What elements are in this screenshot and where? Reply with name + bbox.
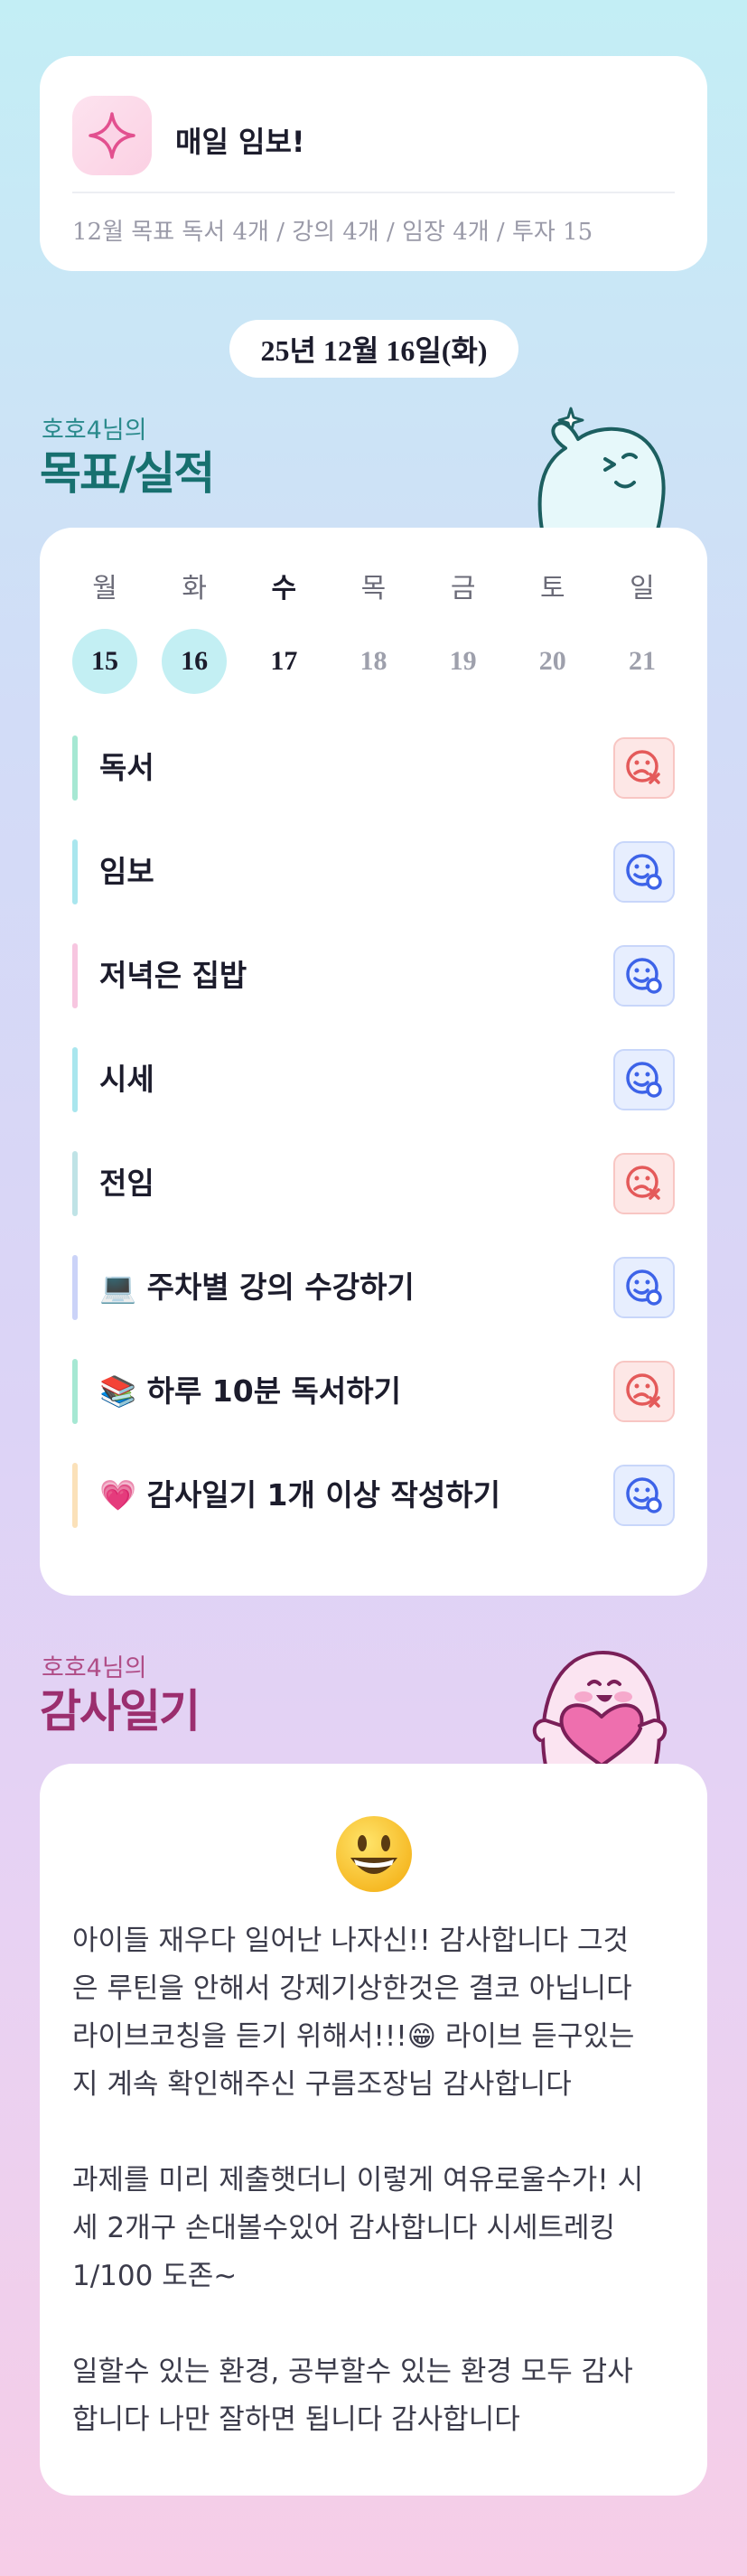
- task-label: 시세: [99, 1062, 154, 1097]
- task-row[interactable]: 시세: [72, 1044, 675, 1116]
- goals-section-title: 목표/실적: [40, 447, 215, 500]
- weekday-tue: 화: [182, 573, 207, 604]
- task-row[interactable]: 임보: [72, 836, 675, 908]
- gratitude-section-title: 감사일기: [40, 1685, 201, 1738]
- date-pill[interactable]: 25년 12월 16일(화): [229, 320, 518, 378]
- divider: [72, 192, 675, 193]
- day-21[interactable]: 21: [610, 629, 675, 694]
- day-20[interactable]: 20: [520, 629, 585, 694]
- task-row[interactable]: 저녁은 집밥: [72, 940, 675, 1012]
- task-missed-icon[interactable]: [613, 737, 675, 799]
- goal-card[interactable]: 매일 임보! 12월 목표 독서 4개 / 강의 4개 / 임장 4개 / 투자…: [40, 56, 707, 271]
- task-color-bar: [72, 1463, 78, 1528]
- task-label: 전임: [99, 1166, 154, 1201]
- task-done-icon[interactable]: [613, 1465, 675, 1526]
- task-color-bar: [72, 943, 78, 1008]
- weekday-thu: 목: [360, 573, 387, 604]
- task-done-icon[interactable]: [613, 1049, 675, 1110]
- day-row: 15 16 17 18 19 20 21: [72, 629, 675, 694]
- goal-summary: 12월 목표 독서 4개 / 강의 4개 / 임장 4개 / 투자 15: [72, 219, 593, 246]
- task-color-bar: [72, 1047, 78, 1112]
- grinning-face-icon: [336, 1816, 412, 1892]
- day-15[interactable]: 15: [72, 629, 137, 694]
- task-color-bar: [72, 735, 78, 801]
- weekday-fri: 금: [450, 573, 476, 604]
- task-done-icon[interactable]: [613, 841, 675, 903]
- task-label: 임보: [99, 854, 154, 889]
- gratitude-card: 아이들 재우다 일어난 나자신!! 감사합니다 그것 은 루틴을 안해서 강제기…: [40, 1764, 707, 2496]
- weekday-mon: 월: [92, 573, 117, 604]
- task-missed-icon[interactable]: [613, 1361, 675, 1422]
- weekday-sun: 일: [630, 573, 655, 604]
- weekday-row: 월 화 수 목 금 토 일: [72, 571, 675, 607]
- mascot-teal-icon: [537, 407, 666, 531]
- gratitude-text: 아이들 재우다 일어난 나자신!! 감사합니다 그것 은 루틴을 안해서 강제기…: [72, 1925, 644, 2436]
- task-label: 💻 주차별 강의 수강하기: [99, 1269, 415, 1305]
- mascot-pink-icon: [532, 1651, 668, 1767]
- task-row[interactable]: 💻 주차별 강의 수강하기: [72, 1251, 675, 1324]
- goal-title: 매일 임보!: [175, 125, 305, 159]
- task-done-icon[interactable]: [613, 1257, 675, 1318]
- task-color-bar: [72, 1151, 78, 1216]
- task-row[interactable]: 전임: [72, 1147, 675, 1220]
- day-16[interactable]: 16: [162, 629, 228, 694]
- weekday-wed: 수: [271, 573, 297, 604]
- task-label: 💗 감사일기 1개 이상 작성하기: [99, 1477, 500, 1513]
- task-color-bar: [72, 1359, 78, 1424]
- sparkle-icon: [72, 96, 152, 175]
- task-row[interactable]: 💗 감사일기 1개 이상 작성하기: [72, 1459, 675, 1532]
- task-label: 📚 하루 10분 독서하기: [99, 1373, 401, 1409]
- task-missed-icon[interactable]: [613, 1153, 675, 1214]
- goals-card: 월 화 수 목 금 토 일 15 16 17 18 19 20 21 독서임보저…: [40, 528, 707, 1596]
- task-row[interactable]: 독서: [72, 732, 675, 804]
- task-done-icon[interactable]: [613, 945, 675, 1007]
- weekday-sat: 토: [539, 573, 565, 604]
- task-row[interactable]: 📚 하루 10분 독서하기: [72, 1355, 675, 1428]
- task-label: 저녁은 집밥: [99, 958, 247, 993]
- task-label: 독서: [99, 750, 154, 785]
- day-17[interactable]: 17: [251, 629, 316, 694]
- task-color-bar: [72, 1255, 78, 1320]
- task-color-bar: [72, 839, 78, 904]
- day-18[interactable]: 18: [341, 629, 406, 694]
- day-19[interactable]: 19: [431, 629, 496, 694]
